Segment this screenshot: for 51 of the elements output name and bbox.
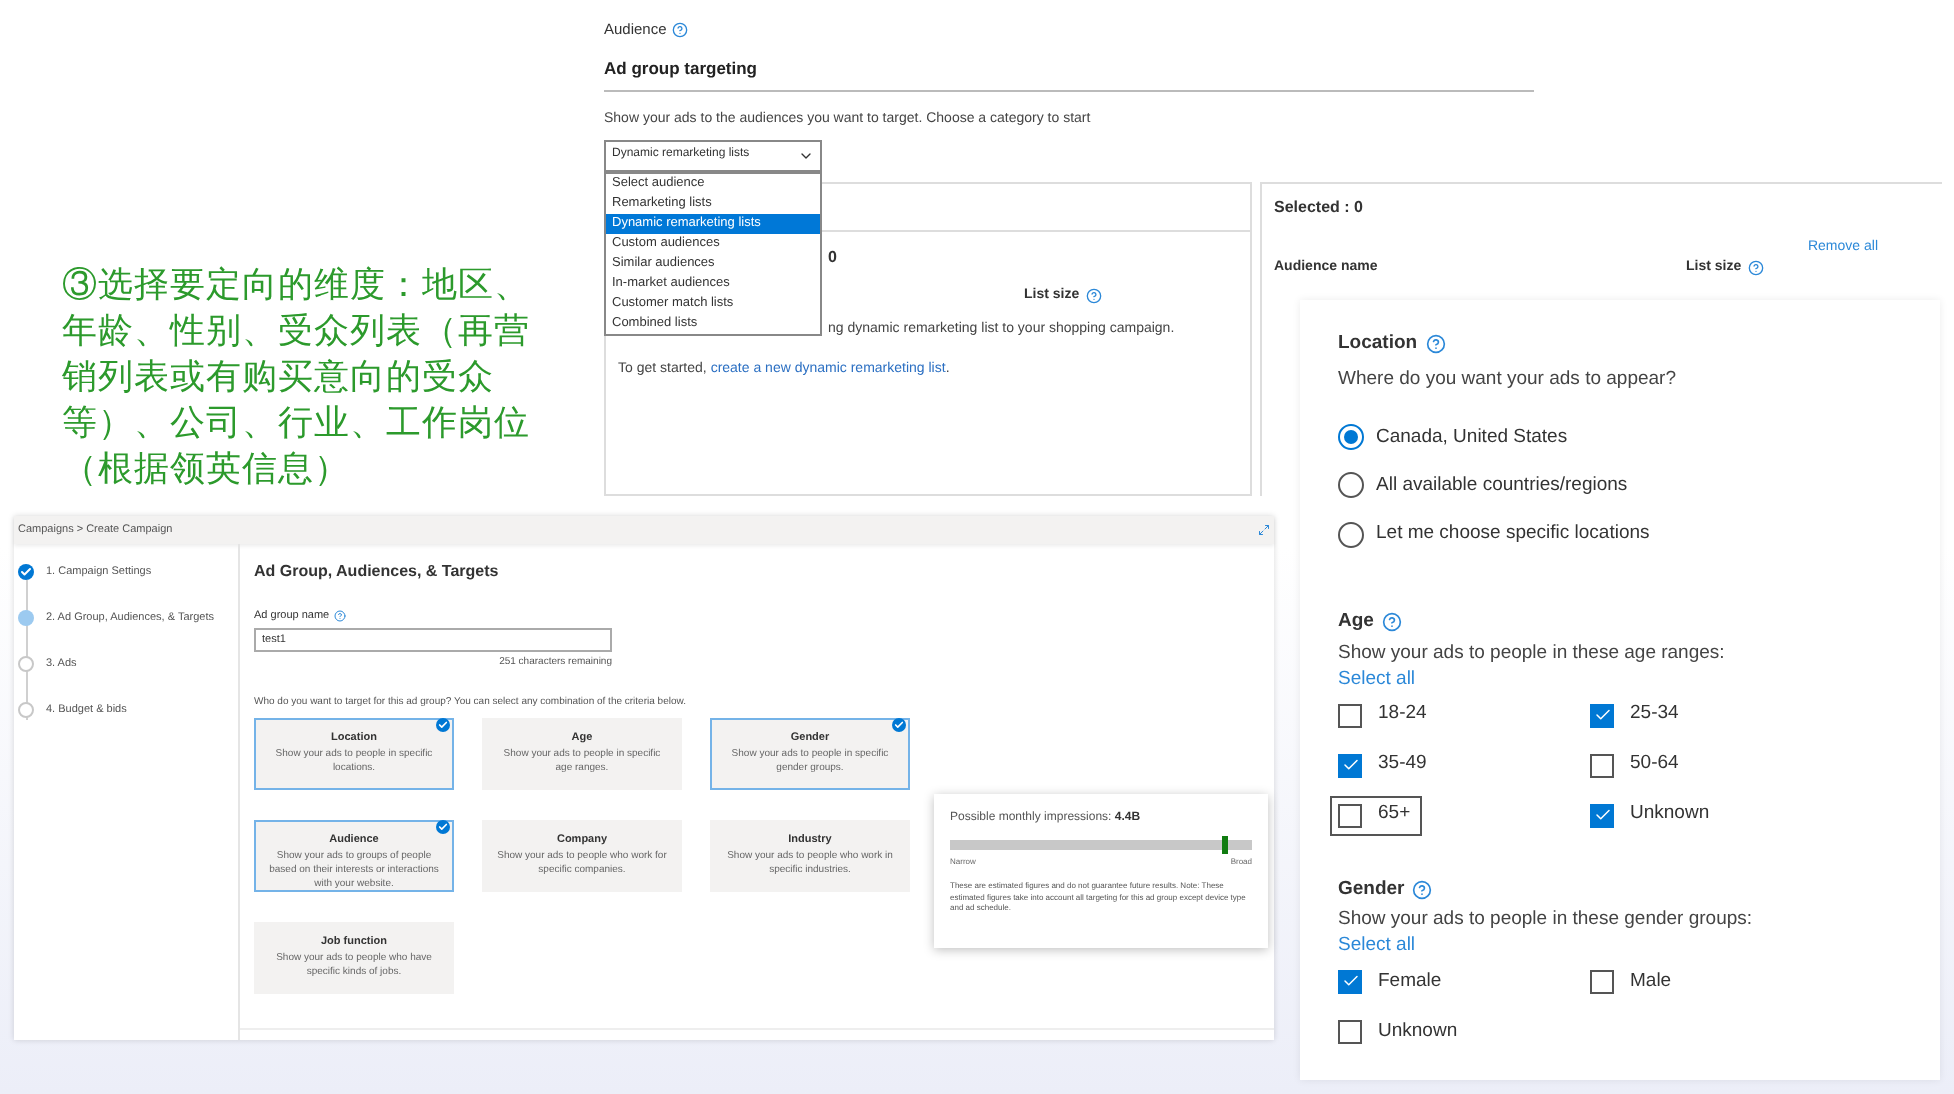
radio-label: Let me choose specific locations: [1376, 520, 1650, 548]
radio-button[interactable]: [1338, 424, 1364, 451]
section-title: Gender: [1338, 875, 1405, 903]
checkbox-label: 50-64: [1630, 750, 1679, 779]
panel-heading: Ad group targeting: [604, 56, 759, 82]
check-icon: [1341, 972, 1359, 991]
checkbox[interactable]: [1338, 703, 1362, 727]
checkbox-label: Unknown: [1378, 1017, 1458, 1046]
check-badge-icon: [892, 718, 906, 733]
section-title: Age: [1338, 608, 1374, 637]
check-icon: [1593, 806, 1611, 824]
help-icon[interactable]: [1425, 334, 1446, 355]
help-icon[interactable]: [1412, 879, 1433, 900]
checkbox-label: Male: [1630, 967, 1672, 996]
list-count: 0: [828, 245, 837, 269]
checkbox[interactable]: [1590, 969, 1614, 994]
annotation-text: ③选择要定向的维度：地区、年龄、性别、受众列表（再营销列表或有购买意向的受众等）、公司、行业、工作岗位（根据领英信息）: [62, 262, 532, 492]
radio-button[interactable]: [1338, 521, 1364, 548]
page-title: Ad Group, Audiences, & Targets: [254, 560, 501, 584]
checkbox-label: Unknown: [1630, 800, 1710, 829]
checkbox-label: 18-24: [1378, 700, 1427, 729]
check-badge-icon: [436, 820, 450, 835]
help-icon[interactable]: [333, 610, 346, 623]
section-title: Location: [1338, 330, 1418, 358]
help-icon[interactable]: [1085, 287, 1102, 304]
checkbox[interactable]: [1338, 969, 1362, 994]
radio-button[interactable]: [1338, 472, 1364, 499]
section-question: Show your ads to people in these gender groups:: [1338, 907, 1755, 932]
check-icon: [1341, 756, 1359, 774]
check-badge-icon: [436, 718, 450, 733]
radio-label: Canada, United States: [1376, 423, 1568, 451]
help-icon[interactable]: [672, 21, 689, 38]
checkbox[interactable]: [1338, 753, 1362, 777]
selected-count: Selected : 0: [1274, 195, 1365, 219]
checkbox[interactable]: [1590, 753, 1614, 777]
section-question: Where do you want your ads to appear?: [1338, 366, 1678, 395]
checkbox-label: 65+: [1378, 800, 1411, 829]
checkbox-label: 25-34: [1630, 700, 1679, 729]
checkbox[interactable]: [1590, 703, 1614, 727]
radio-label: All available countries/regions: [1376, 471, 1628, 500]
help-icon[interactable]: [1747, 260, 1764, 277]
select-all-link[interactable]: Select all: [1338, 667, 1416, 691]
checkbox[interactable]: [1338, 1019, 1362, 1044]
check-icon: [1593, 706, 1611, 724]
section-question: Show your ads to people in these age ranges:: [1338, 641, 1727, 665]
checkbox-label: Female: [1378, 967, 1442, 996]
checkbox[interactable]: [1590, 803, 1614, 827]
help-icon[interactable]: [1381, 612, 1402, 633]
select-all-link[interactable]: Select all: [1338, 933, 1416, 958]
checkbox[interactable]: [1338, 803, 1362, 827]
checkbox-label: 35-49: [1378, 750, 1427, 779]
